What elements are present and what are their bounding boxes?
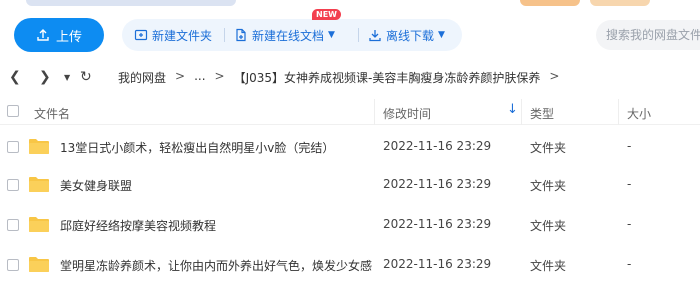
- file-type: 文件夹: [530, 219, 567, 233]
- breadcrumb-current: 【J035】女神养成视频课-美容丰胸瘦身冻龄养颜护肤保养: [233, 70, 541, 85]
- new-online-doc-label: 新建在线文档: [252, 28, 325, 43]
- upload-icon: [37, 29, 49, 41]
- divider: [224, 28, 225, 42]
- breadcrumb-separator: >: [214, 68, 225, 83]
- file-size: -: [627, 177, 632, 191]
- column-header-type[interactable]: 类型: [530, 105, 554, 122]
- chevron-down-icon: ▼: [438, 30, 445, 40]
- column-divider: [618, 99, 619, 125]
- file-modified: 2022-11-16 23:29: [383, 257, 492, 271]
- table-row[interactable]: 美女健身联盟 2022-11-16 23:29 文件夹 -: [0, 166, 700, 204]
- top-decoration: [26, 0, 236, 6]
- forward-icon[interactable]: ❯: [39, 69, 51, 85]
- select-all-checkbox[interactable]: [7, 105, 19, 117]
- offline-download-label: 离线下载: [386, 28, 435, 43]
- column-header-name[interactable]: 文件名: [34, 105, 70, 122]
- new-folder-button[interactable]: 新建文件夹: [134, 19, 212, 51]
- file-name[interactable]: 堂明星冻龄养颜术，让你由内而外养出好气色，焕发少女感: [60, 257, 372, 274]
- history-dropdown-icon[interactable]: ▼: [64, 73, 70, 82]
- file-name[interactable]: 美女健身联盟: [60, 177, 132, 194]
- row-checkbox[interactable]: [7, 179, 19, 191]
- new-doc-icon: [236, 28, 246, 42]
- download-icon: [369, 30, 381, 42]
- offline-download-button[interactable]: 离线下载 ▼: [368, 19, 445, 51]
- table-row[interactable]: 堂明星冻龄养颜术，让你由内而外养出好气色，焕发少女感 2022-11-16 23…: [0, 246, 700, 284]
- folder-icon: [29, 217, 49, 232]
- action-group: 新建文件夹 新建在线文档 ▼ NEW 离线下载 ▼: [122, 9, 462, 51]
- column-divider: [374, 99, 375, 125]
- new-folder-label: 新建文件夹: [152, 28, 213, 43]
- refresh-icon[interactable]: ↻: [80, 69, 92, 85]
- table-header: 文件名 修改时间 ↓ 类型 大小: [0, 99, 700, 125]
- back-icon[interactable]: ❮: [9, 69, 21, 85]
- folder-icon: [29, 177, 49, 192]
- breadcrumb-separator: >: [549, 68, 560, 83]
- column-header-modified[interactable]: 修改时间: [383, 105, 431, 122]
- folder-icon: [29, 257, 49, 272]
- column-header-size[interactable]: 大小: [627, 105, 651, 122]
- divider: [358, 28, 359, 42]
- folder-icon: [29, 139, 49, 154]
- row-checkbox[interactable]: [7, 141, 19, 153]
- upload-label: 上传: [55, 29, 82, 45]
- top-decoration: [520, 0, 580, 6]
- file-type: 文件夹: [530, 259, 567, 273]
- file-modified: 2022-11-16 23:29: [383, 139, 492, 153]
- top-decoration: [590, 0, 650, 6]
- new-online-doc-button[interactable]: 新建在线文档 ▼: [234, 19, 335, 51]
- file-name[interactable]: 邱庭好经络按摩美容视频教程: [60, 217, 216, 234]
- row-checkbox[interactable]: [7, 219, 19, 231]
- new-badge: NEW: [312, 9, 341, 20]
- breadcrumb-separator: >: [175, 68, 186, 83]
- upload-button[interactable]: 上传: [14, 18, 104, 52]
- file-modified: 2022-11-16 23:29: [383, 217, 492, 231]
- file-modified: 2022-11-16 23:29: [383, 177, 492, 191]
- file-size: -: [627, 257, 632, 271]
- file-type: 文件夹: [530, 179, 567, 193]
- table-row[interactable]: 邱庭好经络按摩美容视频教程 2022-11-16 23:29 文件夹 -: [0, 206, 700, 244]
- column-divider: [521, 99, 522, 125]
- file-name[interactable]: 13堂日式小颜术，轻松瘦出自然明星小v脸（完结）: [60, 139, 334, 156]
- toolbar: 上传 新建文件夹 新建在线文档 ▼ NEW 离线下载 ▼ 搜索我的网盘文件: [0, 9, 700, 54]
- file-type: 文件夹: [530, 141, 567, 155]
- table-row[interactable]: 13堂日式小颜术，轻松瘦出自然明星小v脸（完结） 2022-11-16 23:2…: [0, 128, 700, 166]
- file-size: -: [627, 139, 632, 153]
- breadcrumb: 我的网盘 > ... > 【J035】女神养成视频课-美容丰胸瘦身冻龄养颜护肤保…: [118, 69, 559, 86]
- navigation-bar: ❮ ❯ ▼ ↻ 我的网盘 > ... > 【J035】女神养成视频课-美容丰胸瘦…: [0, 64, 700, 90]
- breadcrumb-ellipsis[interactable]: ...: [194, 69, 205, 86]
- search-input[interactable]: 搜索我的网盘文件: [596, 20, 700, 50]
- breadcrumb-root[interactable]: 我的网盘: [118, 69, 166, 86]
- new-folder-icon: [134, 29, 148, 41]
- row-checkbox[interactable]: [7, 259, 19, 271]
- file-size: -: [627, 217, 632, 231]
- chevron-down-icon: ▼: [328, 30, 335, 40]
- sort-descending-icon[interactable]: ↓: [507, 102, 518, 117]
